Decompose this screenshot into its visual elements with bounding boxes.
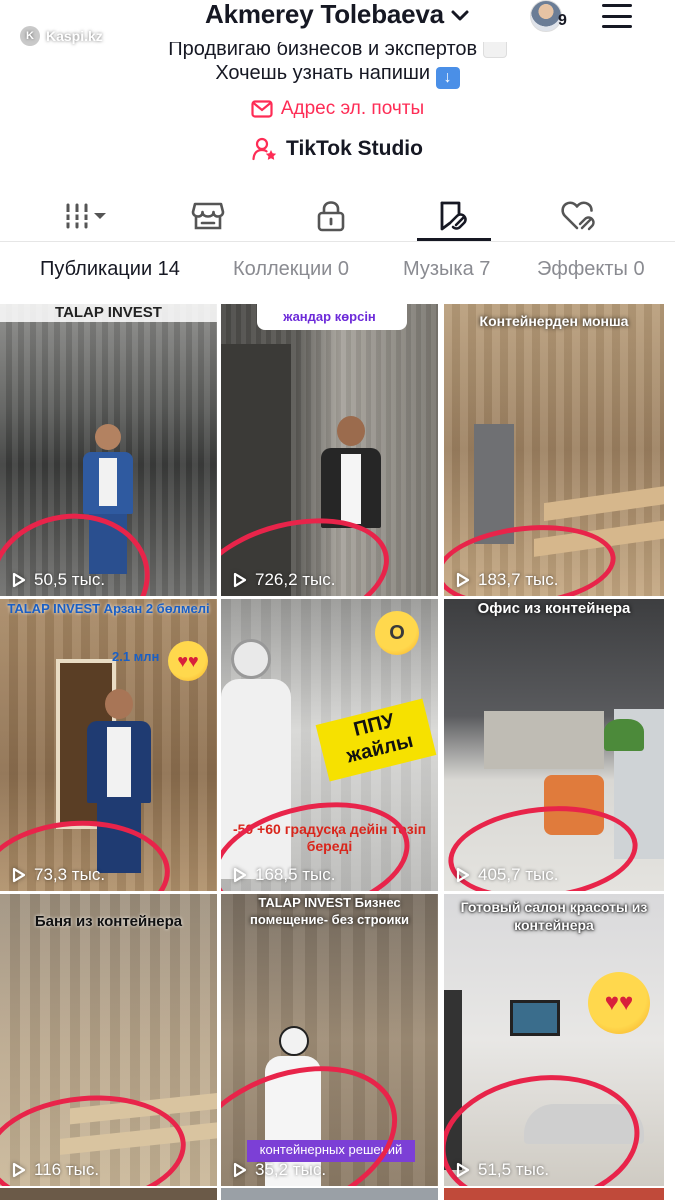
video-tile[interactable]: TALAP INVEST Арзан 2 бөлмелі 2.1 млн ♥♥ … [0,599,217,891]
video-tile[interactable]: жандар көрсін 726,2 тыс. [221,304,438,596]
email-label: Адрес эл. почты [280,98,425,119]
video-caption: TALAP INVEST Арзан 2 бөлмелі [7,601,210,616]
subtab-posts[interactable]: Публикации 14 [40,258,180,281]
heart-eyes-emoji-icon: ♥♥ [168,641,208,681]
view-count: 51,5 тыс. [456,1160,549,1180]
view-count: 73,3 тыс. [12,865,105,885]
play-icon [456,572,470,588]
view-count: 116 тыс. [12,1160,99,1180]
shocked-emoji-icon: O [375,611,419,655]
subtab-effects[interactable]: Эффекты 0 [537,258,645,281]
video-caption: Готовый салон красоты из контейнера [460,899,648,933]
play-icon [12,1162,26,1178]
next-row-peek [0,1188,664,1200]
play-icon [233,867,247,883]
heart-eyes-emoji-icon: ♥♥ [588,972,650,1034]
notification-count: 9 [558,12,567,29]
studio-user-icon [252,137,277,161]
studio-label: TikTok Studio [286,137,423,160]
video-caption: Офис из контейнера [477,600,631,617]
tab-liked[interactable] [550,190,608,242]
account-switcher[interactable]: Akmerey Tolebaeva [205,0,472,30]
active-tab-indicator [417,238,491,241]
content-subtabs: Публикации 14 Коллекции 0 Музыка 7 Эффек… [0,258,675,288]
play-icon [12,572,26,588]
video-tile[interactable]: TALAP INVEST Бизнес помещение- без строи… [221,894,438,1186]
tab-reposts[interactable] [425,190,483,242]
tiktok-studio-link[interactable]: TikTok Studio [0,137,675,161]
video-tile[interactable]: O ППУ жайлы -50 +60 градусқа дейін төзіп… [221,599,438,891]
video-tile[interactable]: Баня из контейнера 116 тыс. [0,894,217,1186]
view-count: 183,7 тыс. [456,570,559,590]
subtab-collections[interactable]: Коллекции 0 [233,258,349,281]
shop-icon [191,202,224,230]
profile-name: Akmerey Tolebaeva [205,0,444,29]
email-link[interactable]: Адрес эл. почты [0,98,675,120]
video-tile[interactable]: TALAP INVEST 50,5 тыс. [0,304,217,596]
video-tile[interactable]: Готовый салон красоты из контейнера ♥♥ 5… [444,894,664,1186]
liked-icon [561,201,595,231]
subtab-music[interactable]: Музыка 7 [403,258,490,281]
lock-icon [317,201,344,232]
menu-icon[interactable] [602,4,632,28]
tab-shop[interactable] [180,190,235,242]
video-tile[interactable]: Контейнерден монша 183,7 тыс. [444,304,664,596]
view-count: 405,7 тыс. [456,865,559,885]
play-icon [233,572,247,588]
reposts-icon [440,201,467,231]
video-caption: TALAP INVEST [0,304,217,322]
video-caption: Контейнерден монша [479,313,629,329]
view-count: 50,5 тыс. [12,570,105,590]
chevron-down-icon [451,10,469,20]
play-icon [456,867,470,883]
view-count: 35,2 тыс. [233,1160,326,1180]
tab-videos[interactable] [55,190,115,242]
watermark-text: Kaspi.kz [46,28,103,44]
price-caption: 2.1 млн [112,649,160,664]
video-caption: Баня из контейнера [34,913,183,930]
profile-content-tabs [0,190,675,242]
profile-header: K Kaspi.kz Akmerey Tolebaeva 9 [0,0,675,46]
grid-icon [65,203,106,229]
video-caption: жандар көрсін [283,309,376,324]
video-caption: TALAP INVEST Бизнес помещение- без строи… [250,895,409,927]
play-icon [233,1162,247,1178]
play-icon [456,1162,470,1178]
down-arrow-emoji-icon: ↓ [435,67,460,89]
view-count: 726,2 тыс. [233,570,336,590]
avatar-button[interactable]: 9 [530,0,570,36]
tab-private[interactable] [303,190,358,242]
bio-line-2: Хочешь узнать напиши ↓ [0,62,675,89]
view-count: 168,5 тыс. [233,865,336,885]
envelope-icon [251,100,273,118]
play-icon [12,867,26,883]
video-tile[interactable]: Офис из контейнера 405,7 тыс. [444,599,664,891]
